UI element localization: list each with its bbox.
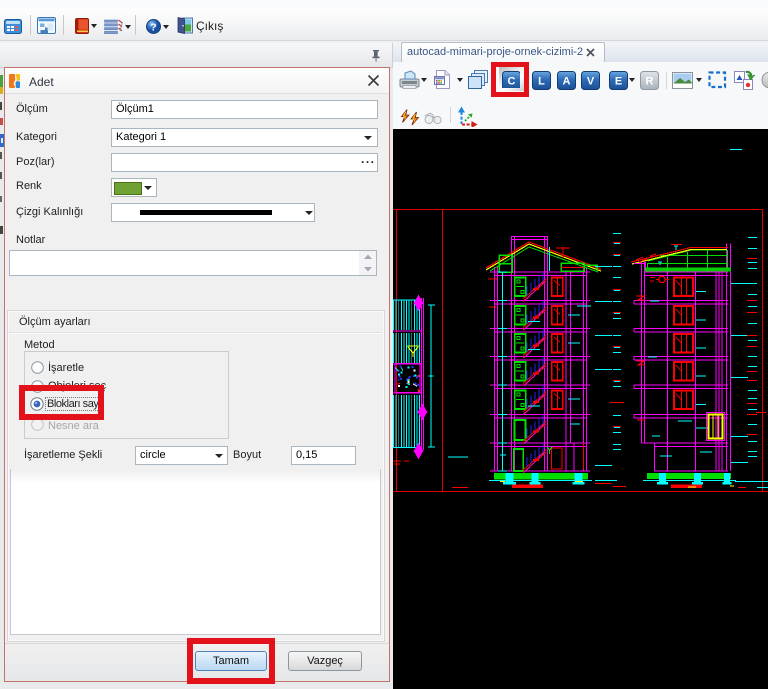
svg-text:A: A (563, 76, 571, 88)
svg-text:?: ? (150, 21, 156, 33)
svg-text:E: E (615, 76, 622, 88)
svg-text:R: R (646, 76, 654, 88)
svg-text:V: V (587, 76, 595, 88)
svg-text:L: L (538, 76, 545, 88)
